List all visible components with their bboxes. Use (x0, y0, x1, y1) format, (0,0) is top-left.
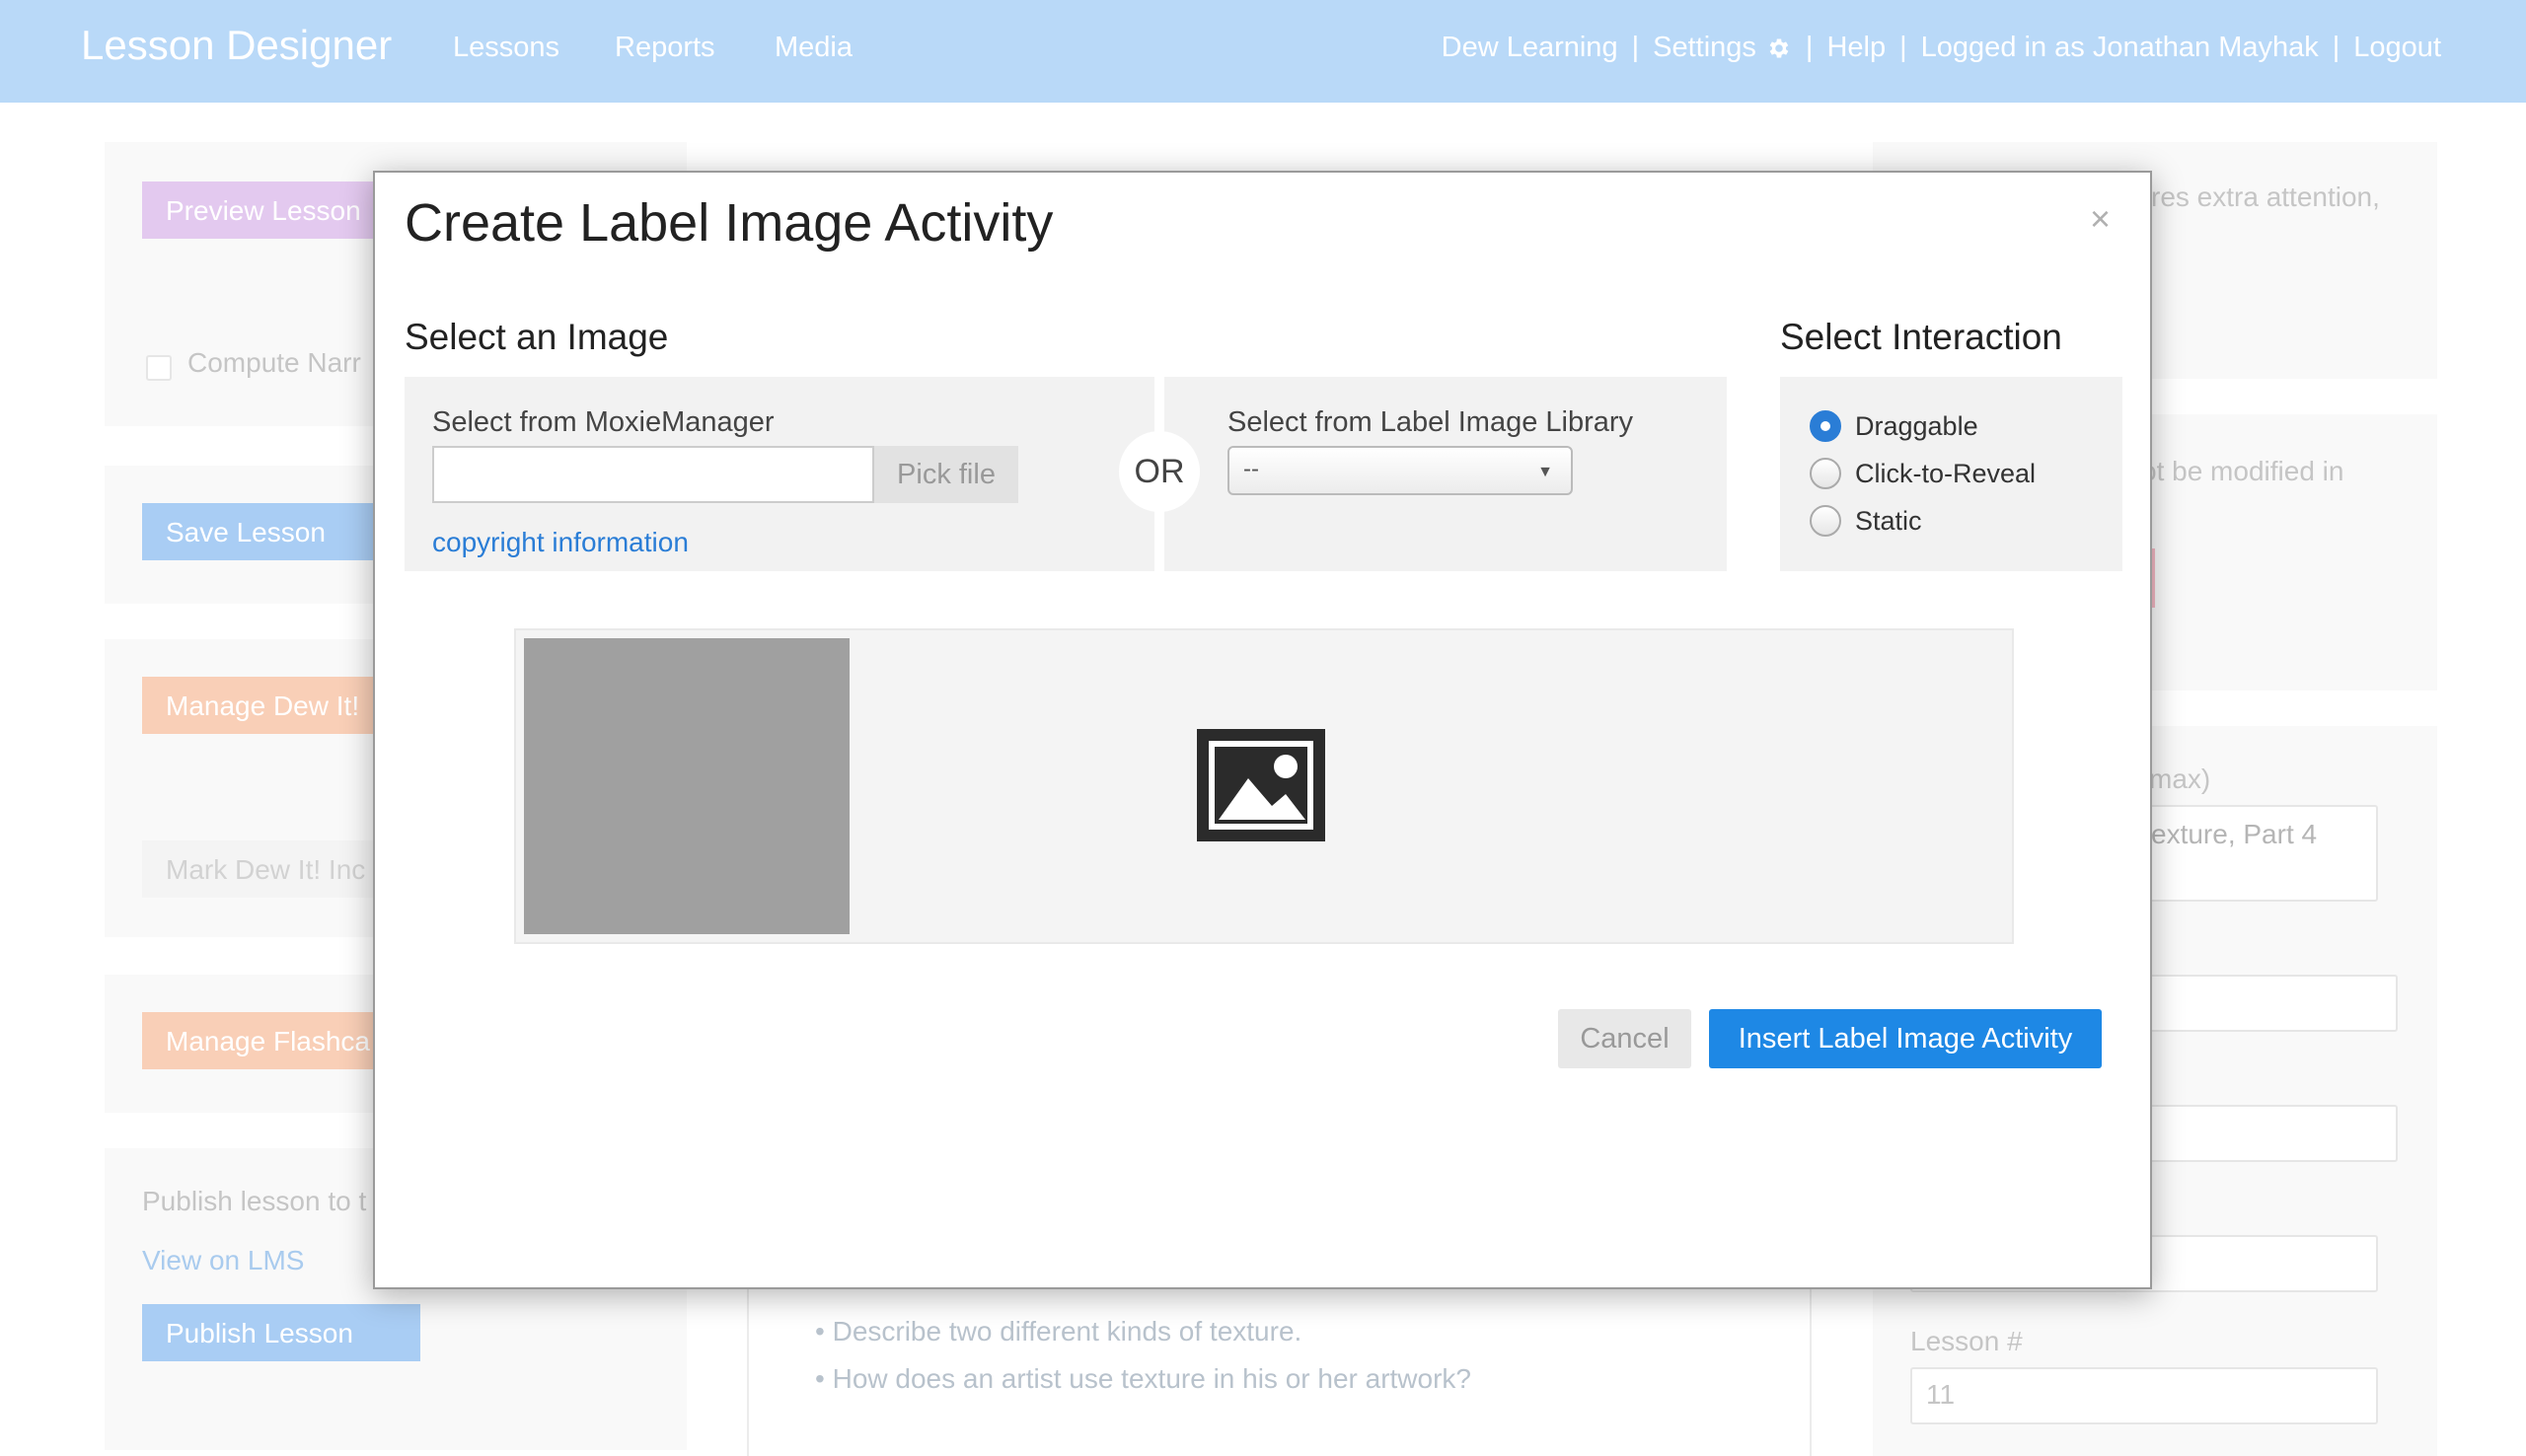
or-divider: OR (1119, 431, 1200, 512)
nav-lessons[interactable]: Lessons (453, 32, 559, 64)
nav-reports[interactable]: Reports (615, 32, 715, 64)
moxie-box: Select from MoxieManager Pick file copyr… (405, 377, 1154, 571)
org-link[interactable]: Dew Learning (1442, 32, 1618, 64)
note-text: res extra attention, (2151, 182, 2380, 212)
lesson-title-value: exture, Part 4 (2151, 819, 2318, 849)
compute-checkbox[interactable] (146, 355, 172, 381)
separator: | (1805, 32, 1814, 63)
lesson-number-label: Lesson # (1910, 1326, 2023, 1356)
compute-label: Compute Narr (187, 347, 361, 378)
radio-static[interactable]: Static (1810, 505, 1922, 537)
top-navbar: Lesson Designer Lessons Reports Media De… (0, 0, 2526, 103)
separator: | (2332, 32, 2340, 63)
gear-icon[interactable] (1766, 36, 1792, 61)
bullet-item: • How does an artist use texture in his … (815, 1363, 1471, 1394)
save-lesson-button[interactable]: Save Lesson (142, 503, 379, 560)
radio-label: Static (1855, 505, 1922, 536)
radio-label: Draggable (1855, 410, 1978, 441)
manage-dew-button[interactable]: Manage Dew It! (142, 677, 379, 734)
separator: | (1899, 32, 1907, 63)
radio-click-to-reveal[interactable]: Click-to-Reveal (1810, 458, 2036, 489)
logout-link[interactable]: Logout (2353, 32, 2441, 64)
library-select[interactable]: -- ▼ (1227, 446, 1573, 495)
library-label: Select from Label Image Library (1227, 406, 1634, 438)
user-menu: Dew Learning | Settings | Help | Logged … (1442, 32, 2441, 64)
pick-file-button[interactable]: Pick file (874, 446, 1018, 503)
close-icon[interactable]: × (2090, 198, 2111, 240)
radio-draggable[interactable]: Draggable (1810, 410, 1978, 442)
library-selected-value: -- (1243, 456, 1259, 482)
lesson-number-value: 11 (1926, 1379, 1956, 1410)
logged-in-user[interactable]: Logged in as Jonathan Mayhak (1921, 32, 2319, 64)
image-icon (1197, 729, 1325, 841)
copyright-link[interactable]: copyright information (432, 527, 689, 558)
select-interaction-heading: Select Interaction (1780, 317, 2062, 357)
center-divider-right (1810, 1286, 1812, 1456)
mark-dew-button[interactable]: Mark Dew It! Inc (142, 840, 379, 898)
settings-link[interactable]: Settings (1653, 32, 1756, 64)
publish-lesson-button[interactable]: Publish Lesson (142, 1304, 420, 1361)
moxie-file-input[interactable] (432, 446, 874, 503)
brand-logo[interactable]: Lesson Designer (81, 22, 392, 69)
lesson-number-input[interactable] (1910, 1367, 2378, 1424)
radio-button-checked[interactable] (1810, 410, 1841, 442)
bullet-item: • Describe two different kinds of textur… (815, 1316, 1302, 1347)
moxie-label: Select from MoxieManager (432, 406, 775, 438)
modal-title: Create Label Image Activity (405, 193, 1054, 253)
chevron-down-icon: ▼ (1537, 464, 1553, 480)
library-box: Select from Label Image Library -- ▼ (1164, 377, 1727, 571)
radio-button[interactable] (1810, 505, 1841, 537)
separator: | (1631, 32, 1640, 63)
publish-text: Publish lesson to t (142, 1186, 367, 1216)
title-max-label: max) (2149, 764, 2211, 794)
interaction-box: Draggable Click-to-Reveal Static (1780, 377, 2122, 571)
preview-lesson-button[interactable]: Preview Lesson (142, 182, 379, 239)
radio-label: Click-to-Reveal (1855, 458, 2037, 488)
view-on-lms-link[interactable]: View on LMS (142, 1245, 304, 1276)
modified-text: ot be modified in (2141, 456, 2344, 486)
cancel-button[interactable]: Cancel (1558, 1009, 1691, 1068)
select-image-heading: Select an Image (405, 317, 669, 357)
image-thumbnail-placeholder (524, 638, 850, 934)
manage-flashcards-button[interactable]: Manage Flashca (142, 1012, 379, 1069)
insert-label-image-button[interactable]: Insert Label Image Activity (1709, 1009, 2102, 1068)
help-link[interactable]: Help (1826, 32, 1886, 64)
center-divider-left (747, 1286, 749, 1456)
nav-media[interactable]: Media (775, 32, 853, 64)
image-preview-area (514, 628, 2014, 944)
radio-button[interactable] (1810, 458, 1841, 489)
create-label-image-modal: Create Label Image Activity × Select an … (373, 171, 2152, 1289)
